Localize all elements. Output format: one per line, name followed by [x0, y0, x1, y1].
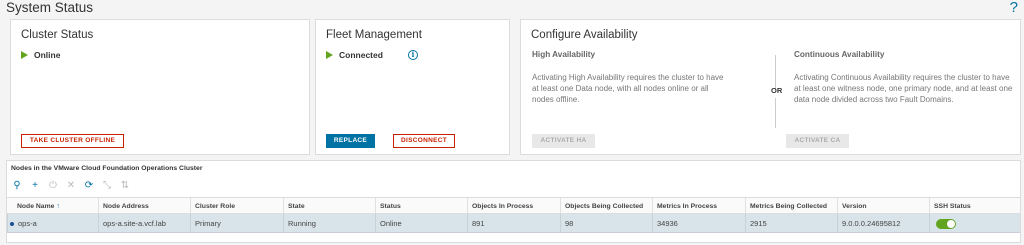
ca-title: Continuous Availability [794, 50, 885, 59]
fleet-status-indicator: Connected [326, 50, 383, 60]
table-row[interactable]: ops-a ops-a.site-a.vcf.lab Primary Runni… [7, 214, 1020, 233]
take-cluster-offline-button[interactable]: TAKE CLUSTER OFFLINE [21, 134, 124, 148]
cell-node-name: ops-a [7, 214, 98, 232]
col-cluster-role[interactable]: Cluster Role [190, 198, 283, 213]
cell-objects-being-collected: 98 [560, 214, 652, 232]
cell-state: Running [283, 214, 375, 232]
col-label: Node Name [17, 203, 55, 210]
cluster-status-text: Online [34, 50, 61, 60]
ha-description: Activating High Availability requires th… [532, 73, 724, 104]
col-node-address[interactable]: Node Address [98, 198, 190, 213]
zoom-icon[interactable]: ⚲ [11, 180, 23, 192]
cell-metrics-in-process: 34936 [652, 214, 745, 232]
activate-ha-button[interactable]: ACTIVATE HA [532, 134, 595, 148]
power-icon[interactable]: ⏻ [47, 180, 59, 192]
col-metrics-in-process[interactable]: Metrics In Process [652, 198, 745, 213]
page-title: System Status [6, 0, 94, 15]
remove-icon[interactable]: ✕ [65, 180, 77, 192]
col-version[interactable]: Version [837, 198, 929, 213]
refresh-icon[interactable]: ⟳ [83, 180, 95, 192]
cell-node-address: ops-a.site-a.vcf.lab [98, 214, 190, 232]
add-icon[interactable]: + [29, 180, 41, 192]
card-title: Configure Availability [531, 29, 638, 41]
replace-button[interactable]: REPLACE [326, 134, 375, 148]
cell-cluster-role: Primary [190, 214, 283, 232]
col-ssh-status[interactable]: SSH Status [929, 198, 1020, 213]
activate-ca-button[interactable]: ACTIVATE CA [786, 134, 849, 148]
cell-objects-in-process: 891 [467, 214, 560, 232]
ssh-toggle[interactable] [936, 219, 956, 229]
nodes-table: Nodes in the VMware Cloud Foundation Ope… [6, 160, 1021, 243]
cell-metrics-being-collected: 2915 [745, 214, 837, 232]
card-title: Cluster Status [21, 29, 94, 41]
sort-ascending-icon[interactable]: ↑ [56, 203, 60, 210]
swap-icon[interactable]: ⇅ [119, 180, 131, 192]
configure-availability-card: Configure Availability High Availability… [520, 19, 1021, 155]
disconnect-button[interactable]: DISCONNECT [393, 134, 455, 148]
divider [775, 55, 776, 90]
online-status-icon [21, 51, 28, 59]
col-metrics-being-collected[interactable]: Metrics Being Collected [745, 198, 837, 213]
collapse-icon[interactable]: ⤡ [101, 180, 113, 192]
divider [775, 98, 776, 128]
col-state[interactable]: State [283, 198, 375, 213]
card-title: Fleet Management [326, 29, 422, 41]
cell-version: 9.0.0.0.24695812 [837, 214, 929, 232]
info-icon[interactable]: i [408, 50, 418, 60]
ha-title: High Availability [532, 50, 596, 59]
ca-description: Activating Continuous Availability requi… [794, 73, 1013, 104]
fleet-management-card: Fleet Management Connected i REPLACE DIS… [315, 19, 510, 155]
table-header: Node Name ↑ Node Address Cluster Role Sta… [7, 197, 1020, 214]
cluster-status-card: Cluster Status Online TAKE CLUSTER OFFLI… [10, 19, 310, 155]
table-toolbar: ⚲ + ⏻ ✕ ⟳ ⤡ ⇅ [11, 180, 131, 192]
or-label: OR [771, 86, 783, 95]
cluster-status-indicator: Online [21, 50, 60, 60]
col-objects-being-collected[interactable]: Objects Being Collected [560, 198, 652, 213]
cell-status: Online [375, 214, 467, 232]
fleet-status-text: Connected [339, 50, 383, 60]
col-node-name[interactable]: Node Name ↑ [7, 198, 98, 213]
col-objects-in-process[interactable]: Objects In Process [467, 198, 560, 213]
table-title: Nodes in the VMware Cloud Foundation Ope… [11, 165, 203, 172]
col-status[interactable]: Status [375, 198, 467, 213]
cell-ssh-status [929, 214, 1020, 232]
connected-status-icon [326, 51, 333, 59]
help-icon[interactable]: ? [1010, 0, 1018, 16]
